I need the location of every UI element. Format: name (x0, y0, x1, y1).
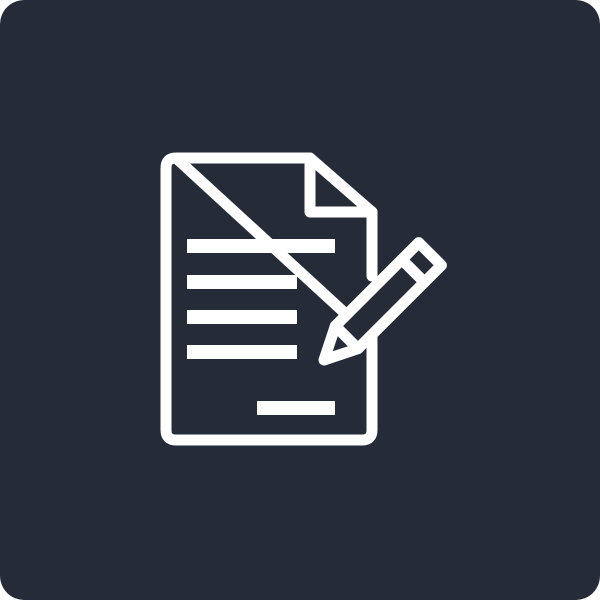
app-icon-tile (0, 0, 600, 600)
document-edit-icon (0, 0, 600, 600)
tile-background (0, 0, 600, 600)
